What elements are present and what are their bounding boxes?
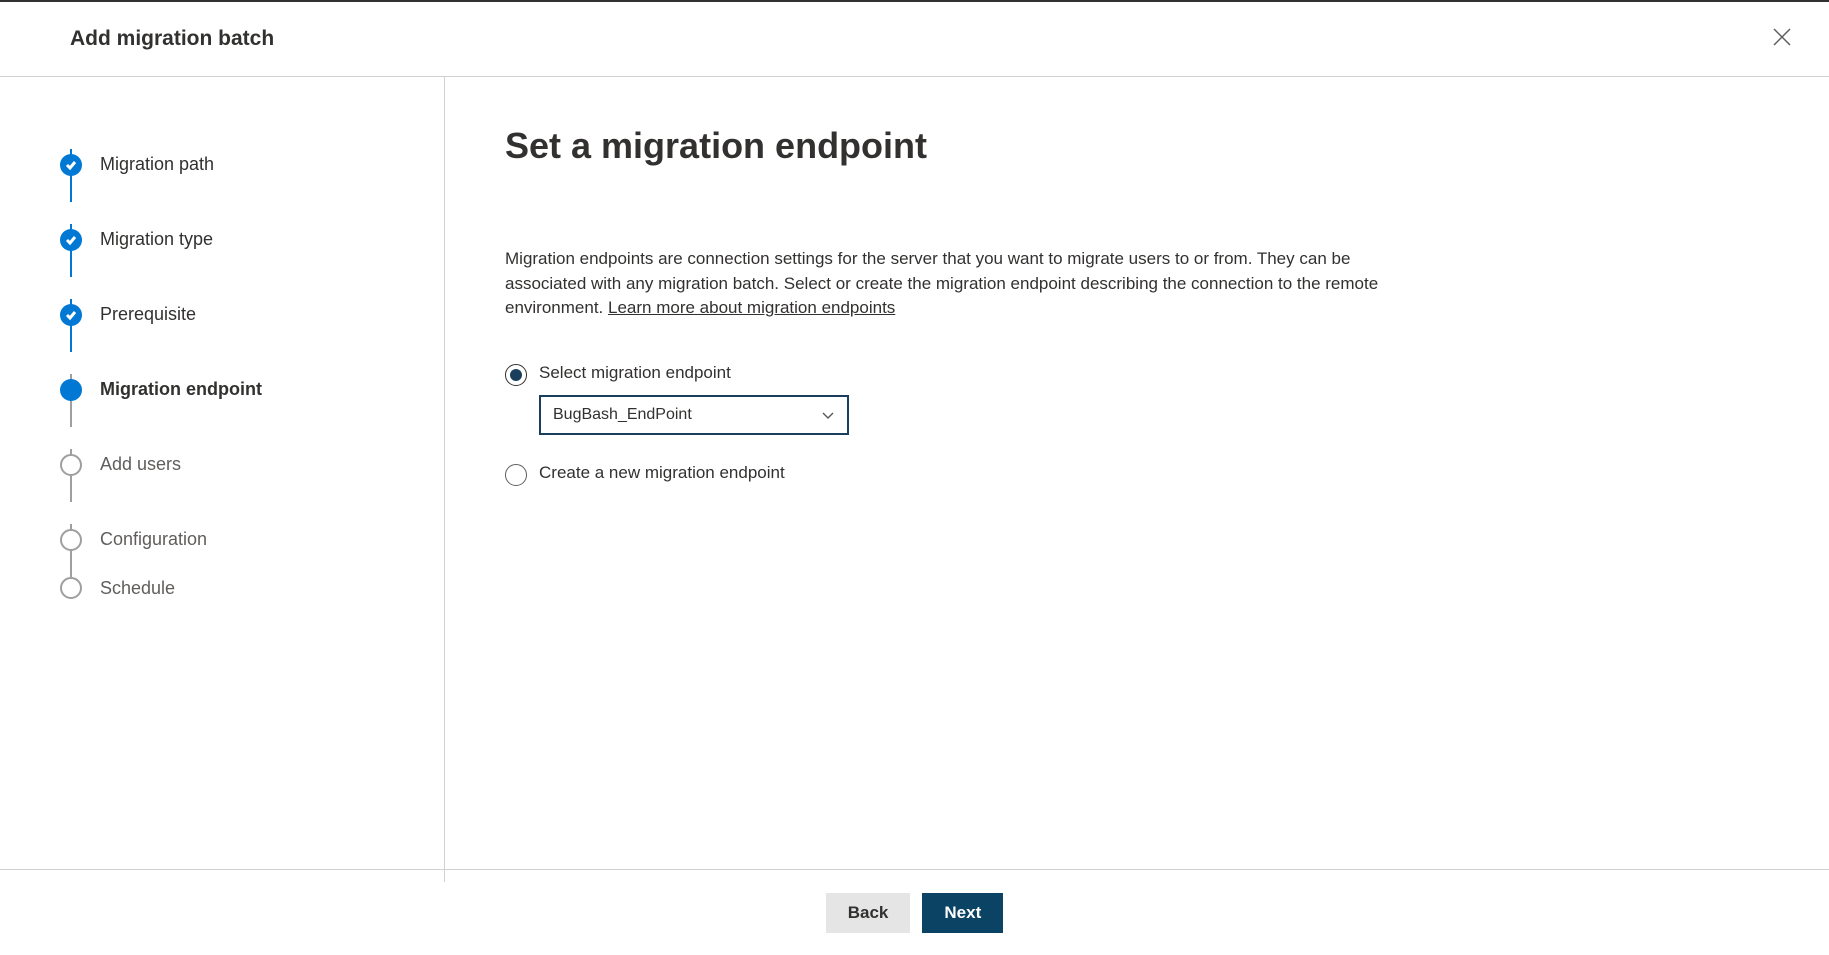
close-icon (1773, 28, 1791, 46)
radio-select-endpoint[interactable]: Select migration endpoint BugBash_EndPoi… (505, 363, 1739, 435)
step-label: Schedule (100, 578, 175, 599)
step-migration-path[interactable]: Migration path (60, 127, 444, 202)
check-icon (65, 309, 77, 321)
step-label: Add users (100, 454, 181, 475)
step-label: Migration path (100, 154, 214, 175)
next-button[interactable]: Next (922, 893, 1003, 933)
close-button[interactable] (1765, 20, 1799, 58)
radio-icon (505, 464, 527, 486)
page-title: Set a migration endpoint (505, 125, 1739, 167)
step-marker-completed (60, 154, 82, 176)
step-marker-pending (60, 529, 82, 551)
step-label: Migration endpoint (100, 379, 262, 400)
step-marker-current (60, 379, 82, 401)
radio-content: Create a new migration endpoint (539, 463, 785, 483)
learn-more-link[interactable]: Learn more about migration endpoints (608, 298, 895, 317)
description: Migration endpoints are connection setti… (505, 247, 1405, 321)
check-icon (65, 234, 77, 246)
step-marker-completed (60, 304, 82, 326)
radio-label: Create a new migration endpoint (539, 463, 785, 483)
step-prerequisite[interactable]: Prerequisite (60, 277, 444, 352)
step-migration-endpoint[interactable]: Migration endpoint (60, 352, 444, 427)
wizard-steps: Migration path Migration type Prerequisi… (60, 127, 444, 599)
body: Migration path Migration type Prerequisi… (0, 77, 1829, 882)
wizard-sidebar: Migration path Migration type Prerequisi… (0, 77, 445, 882)
page-heading: Add migration batch (70, 27, 274, 51)
step-label: Migration type (100, 229, 213, 250)
step-add-users[interactable]: Add users (60, 427, 444, 502)
dropdown-value: BugBash_EndPoint (553, 406, 692, 424)
step-configuration[interactable]: Configuration (60, 502, 444, 577)
endpoint-dropdown[interactable]: BugBash_EndPoint (539, 395, 849, 435)
step-schedule[interactable]: Schedule (60, 577, 444, 599)
radio-label: Select migration endpoint (539, 363, 849, 383)
main-content: Set a migration endpoint Migration endpo… (445, 77, 1829, 882)
step-marker-pending (60, 577, 82, 599)
step-marker-completed (60, 229, 82, 251)
step-label: Prerequisite (100, 304, 196, 325)
chevron-down-icon (821, 408, 835, 422)
footer: Back Next (0, 869, 1829, 955)
step-marker-pending (60, 454, 82, 476)
radio-icon (505, 364, 527, 386)
radio-create-endpoint[interactable]: Create a new migration endpoint (505, 463, 1739, 486)
endpoint-choice-group: Select migration endpoint BugBash_EndPoi… (505, 363, 1739, 486)
header: Add migration batch (0, 2, 1829, 77)
radio-content: Select migration endpoint BugBash_EndPoi… (539, 363, 849, 435)
step-label: Configuration (100, 529, 207, 550)
back-button[interactable]: Back (826, 893, 911, 933)
check-icon (65, 159, 77, 171)
step-migration-type[interactable]: Migration type (60, 202, 444, 277)
